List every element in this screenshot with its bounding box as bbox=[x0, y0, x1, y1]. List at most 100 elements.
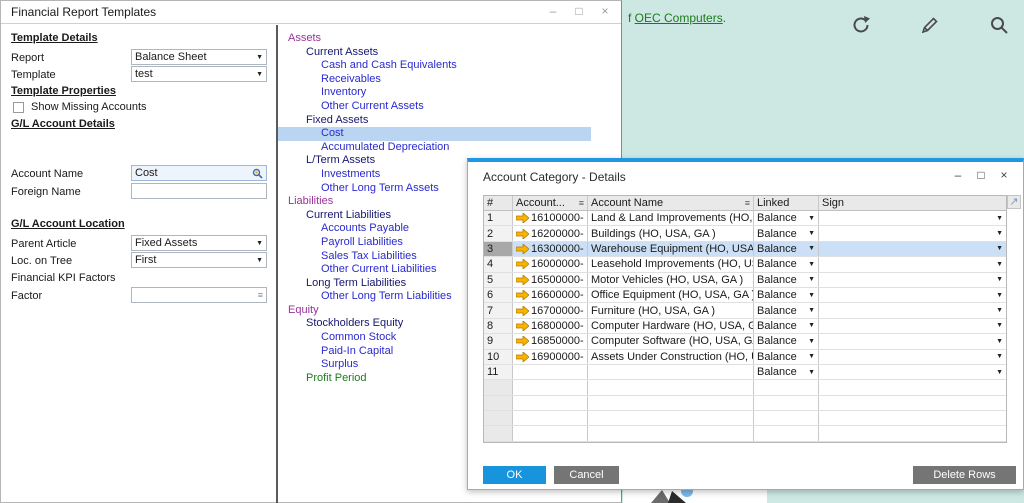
account-name-cell[interactable]: Assets Under Construction (HO, USA, GA ) bbox=[588, 349, 754, 364]
minimize-icon[interactable]: – bbox=[545, 4, 561, 18]
minimize-icon[interactable]: – bbox=[951, 168, 965, 182]
tree-item[interactable]: Current Assets bbox=[278, 46, 591, 60]
account-name-cell[interactable] bbox=[588, 380, 754, 395]
account-code-cell[interactable]: 16800000- bbox=[513, 318, 588, 334]
sign-dropdown-cell[interactable]: ▼ bbox=[819, 273, 1006, 287]
sign-dropdown-cell[interactable]: ▼ bbox=[819, 288, 1006, 302]
row-number-cell[interactable]: 6 bbox=[484, 287, 513, 303]
column-header-account-name[interactable]: Account Name ≡ bbox=[588, 196, 754, 210]
maximize-icon[interactable]: □ bbox=[974, 168, 988, 182]
table-row-empty[interactable] bbox=[484, 411, 1006, 427]
factor-field[interactable]: ≡ bbox=[131, 287, 267, 303]
linked-dropdown-cell[interactable]: Balance ▼ bbox=[754, 257, 819, 272]
chevron-down-icon[interactable]: ▼ bbox=[996, 276, 1003, 283]
link-arrow-icon[interactable] bbox=[516, 290, 529, 301]
table-row[interactable]: 9 16850000- Computer Software (HO, USA, GA… bbox=[484, 334, 1006, 350]
table-row-empty[interactable] bbox=[484, 380, 1006, 396]
linked-dropdown-cell[interactable]: Balance ▼ bbox=[754, 211, 819, 226]
table-row[interactable]: 416000000-Leasehold Improvements (HO, US… bbox=[484, 257, 1006, 273]
linked-dropdown-cell[interactable]: Balance ▼ bbox=[754, 226, 819, 241]
link-arrow-icon[interactable] bbox=[516, 351, 529, 362]
column-header-linked[interactable]: Linked bbox=[754, 196, 819, 210]
link-arrow-icon[interactable] bbox=[516, 336, 529, 347]
chevron-down-icon[interactable]: ▼ bbox=[808, 292, 815, 299]
account-name-cell[interactable] bbox=[588, 411, 754, 426]
sign-dropdown-cell[interactable]: ▼ bbox=[819, 257, 1006, 271]
linked-dropdown-cell[interactable]: Balance ▼ bbox=[754, 287, 819, 303]
account-name-cell[interactable]: Computer Software (HO, USA, GA ) bbox=[588, 334, 754, 349]
account-name-cell[interactable] bbox=[588, 395, 754, 411]
account-name-cell[interactable] bbox=[588, 426, 754, 441]
link-arrow-icon[interactable] bbox=[516, 259, 529, 270]
table-row[interactable]: 1 16100000- Land & Land Improvements (HO, … bbox=[484, 211, 1006, 227]
account-code-cell[interactable] bbox=[513, 364, 588, 380]
account-name-cell[interactable]: Furniture (HO, USA, GA ) bbox=[588, 303, 754, 318]
table-row-empty[interactable] bbox=[484, 426, 1006, 442]
report-dropdown[interactable]: Balance Sheet ▼ bbox=[131, 49, 267, 65]
foreign-name-field[interactable] bbox=[131, 183, 267, 199]
chevron-down-icon[interactable]: ▼ bbox=[996, 369, 1003, 376]
chevron-down-icon[interactable]: ▼ bbox=[808, 322, 815, 329]
account-name-cell[interactable]: Leasehold Improvements (HO, USA, GA ) bbox=[588, 257, 754, 272]
expand-table-icon[interactable]: ↗ bbox=[1007, 195, 1021, 209]
chevron-down-icon[interactable]: ▼ bbox=[996, 215, 1003, 222]
filter-icon[interactable]: ≡ bbox=[745, 198, 750, 208]
account-code-cell[interactable] bbox=[513, 380, 588, 395]
template-details-heading[interactable]: Template Details bbox=[11, 32, 98, 44]
show-missing-accounts-checkbox[interactable] bbox=[13, 102, 24, 113]
table-row[interactable]: 11 Balance ▼ ▼ bbox=[484, 364, 1006, 381]
row-number-cell[interactable] bbox=[484, 411, 513, 426]
delete-rows-button[interactable]: Delete Rows bbox=[913, 466, 1016, 484]
chevron-down-icon[interactable]: ▼ bbox=[996, 261, 1003, 268]
chevron-down-icon[interactable]: ▼ bbox=[996, 322, 1003, 329]
linked-dropdown-cell[interactable]: Balance ▼ bbox=[754, 303, 819, 318]
account-code-cell[interactable]: 16100000- bbox=[513, 211, 588, 226]
filter-icon[interactable]: ≡ bbox=[579, 198, 584, 208]
account-name-cell[interactable]: Land & Land Improvements (HO, USA, GA ) bbox=[588, 211, 754, 226]
chevron-down-icon[interactable]: ▼ bbox=[808, 245, 815, 252]
linked-dropdown-cell[interactable] bbox=[754, 411, 819, 426]
row-number-cell[interactable]: 9 bbox=[484, 334, 513, 349]
sign-dropdown-cell[interactable]: ▼ bbox=[819, 211, 1006, 225]
linked-dropdown-cell[interactable] bbox=[754, 426, 819, 441]
linked-dropdown-cell[interactable]: Balance ▼ bbox=[754, 349, 819, 364]
cancel-button[interactable]: Cancel bbox=[554, 466, 619, 484]
close-icon[interactable]: × bbox=[997, 168, 1011, 182]
tree-item[interactable]: Cost bbox=[278, 127, 591, 141]
tree-item[interactable]: Assets bbox=[278, 32, 591, 46]
loc-on-tree-dropdown[interactable]: First ▼ bbox=[131, 252, 267, 268]
account-code-cell[interactable]: 16200000- bbox=[513, 226, 588, 241]
table-row[interactable]: 2 16200000- Buildings (HO, USA, GA ) Balanc… bbox=[484, 226, 1006, 242]
tree-item[interactable]: Accumulated Depreciation bbox=[278, 141, 591, 155]
chevron-down-icon[interactable]: ▼ bbox=[996, 353, 1003, 360]
chevron-down-icon[interactable]: ▼ bbox=[808, 261, 815, 268]
account-code-cell[interactable] bbox=[513, 395, 588, 411]
row-number-cell[interactable]: 11 bbox=[484, 364, 513, 380]
table-row[interactable]: 7 16700000- Furniture (HO, USA, GA ) Balanc… bbox=[484, 303, 1006, 319]
row-number-cell[interactable]: 7 bbox=[484, 303, 513, 318]
link-arrow-icon[interactable] bbox=[516, 243, 529, 254]
account-name-field[interactable]: Cost bbox=[131, 165, 267, 181]
linked-dropdown-cell[interactable]: Balance ▼ bbox=[754, 318, 819, 334]
sign-dropdown-cell[interactable]: ▼ bbox=[819, 303, 1006, 317]
account-code-cell[interactable] bbox=[513, 426, 588, 441]
sign-dropdown-cell[interactable] bbox=[819, 396, 1006, 410]
tree-item[interactable]: Fixed Assets bbox=[278, 114, 591, 128]
account-name-cell[interactable]: Buildings (HO, USA, GA ) bbox=[588, 226, 754, 241]
column-header-number[interactable]: # bbox=[484, 196, 513, 210]
table-row[interactable]: 316300000-Warehouse Equipment (HO, USA, … bbox=[484, 241, 1006, 258]
account-code-cell[interactable]: 16900000- bbox=[513, 349, 588, 364]
account-code-cell[interactable]: 16850000- bbox=[513, 334, 588, 349]
linked-dropdown-cell[interactable]: Balance ▼ bbox=[754, 241, 819, 257]
row-number-cell[interactable]: 10 bbox=[484, 349, 513, 364]
account-code-cell[interactable]: 16500000- bbox=[513, 272, 588, 287]
maximize-icon[interactable]: □ bbox=[571, 4, 587, 18]
row-number-cell[interactable]: 2 bbox=[484, 226, 513, 241]
tree-item[interactable]: Other Current Assets bbox=[278, 100, 591, 114]
chevron-down-icon[interactable]: ▼ bbox=[808, 369, 815, 376]
edit-pencil-icon[interactable] bbox=[919, 14, 941, 41]
link-arrow-icon[interactable] bbox=[516, 305, 529, 316]
row-number-cell[interactable]: 1 bbox=[484, 211, 513, 226]
row-number-cell[interactable] bbox=[484, 426, 513, 441]
account-name-cell[interactable] bbox=[588, 364, 754, 380]
